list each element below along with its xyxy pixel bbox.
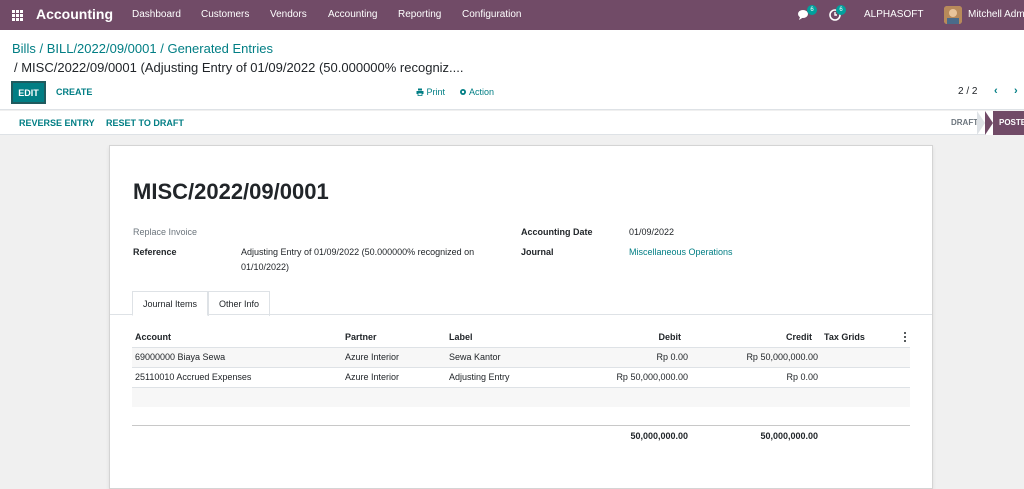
print-label: Print — [426, 87, 446, 97]
col-account[interactable]: Account — [135, 332, 171, 342]
total-credit: 50,000,000.00 — [760, 431, 818, 441]
menu-dashboard[interactable]: Dashboard — [132, 9, 181, 20]
col-credit[interactable]: Credit — [782, 332, 812, 342]
company-switcher[interactable]: ALPHASOFT — [864, 9, 923, 20]
breadcrumb-bills[interactable]: Bills — [12, 41, 36, 56]
apps-menu-icon[interactable] — [12, 10, 23, 21]
app-brand[interactable]: Accounting — [36, 6, 113, 22]
table-row[interactable]: 69000000 Biaya Sewa Azure Interior Sewa … — [132, 347, 910, 367]
breadcrumb-bill[interactable]: BILL/2022/09/0001 — [47, 41, 157, 56]
stage-draft[interactable]: DRAFT — [951, 118, 978, 127]
top-navbar: Accounting Dashboard Customers Vendors A… — [0, 0, 1024, 30]
col-partner[interactable]: Partner — [345, 332, 377, 342]
gear-icon — [460, 89, 466, 95]
reference-value-line1: Adjusting Entry of 01/09/2022 (50.000000… — [241, 247, 475, 257]
messages-badge: 6 — [807, 5, 817, 15]
col-tax-grids[interactable]: Tax Grids — [824, 332, 865, 342]
col-label[interactable]: Label — [449, 332, 473, 342]
cell-partner: Azure Interior — [345, 372, 400, 382]
chevron-right-icon[interactable]: › — [1014, 85, 1018, 97]
cell-account: 69000000 Biaya Sewa — [135, 352, 226, 362]
statusbar: REVERSE ENTRY RESET TO DRAFT DRAFT POSTE — [0, 111, 1024, 135]
menu-accounting[interactable]: Accounting — [328, 9, 377, 20]
tab-other-info[interactable]: Other Info — [208, 291, 271, 316]
journal-label: Journal — [521, 247, 554, 257]
menu-reporting[interactable]: Reporting — [398, 9, 441, 20]
cell-debit: Rp 0.00 — [656, 352, 688, 362]
reverse-entry-button[interactable]: REVERSE ENTRY — [19, 118, 95, 128]
replace-invoice-label: Replace Invoice — [133, 227, 198, 237]
cell-label: Adjusting Entry — [449, 372, 510, 382]
menu-customers[interactable]: Customers — [201, 9, 249, 20]
cell-credit: Rp 0.00 — [786, 372, 818, 382]
print-button[interactable]: Print — [416, 87, 445, 97]
reference-label: Reference — [133, 247, 177, 257]
action-button[interactable]: Action — [459, 87, 494, 97]
print-icon — [416, 88, 424, 96]
cell-credit: Rp 50,000,000.00 — [746, 352, 818, 362]
accounting-date-label: Accounting Date — [521, 227, 593, 237]
user-menu[interactable]: Mitchell Admin — [968, 9, 1024, 20]
tab-journal-items[interactable]: Journal Items — [132, 291, 209, 316]
activities-badge: 6 — [836, 5, 846, 15]
create-button[interactable]: CREATE — [56, 87, 92, 97]
optional-columns-icon[interactable] — [904, 332, 907, 342]
control-panel: Bills / BILL/2022/09/0001 / Generated En… — [0, 30, 1024, 110]
accounting-date-value: 01/09/2022 — [629, 227, 675, 237]
reference-value-line2: 01/10/2022) — [241, 262, 290, 272]
record-title: MISC/2022/09/0001 — [133, 179, 329, 204]
col-debit[interactable]: Debit — [657, 332, 682, 342]
breadcrumb: Bills / BILL/2022/09/0001 / Generated En… — [12, 41, 273, 56]
cell-partner: Azure Interior — [345, 352, 400, 362]
action-label: Action — [469, 87, 495, 97]
breadcrumb-current: / MISC/2022/09/0001 (Adjusting Entry of … — [14, 60, 464, 75]
chevron-left-icon[interactable]: ‹ — [994, 85, 998, 97]
cell-label: Sewa Kantor — [449, 352, 501, 362]
breadcrumb-separator: / — [39, 41, 47, 56]
reset-to-draft-button[interactable]: RESET TO DRAFT — [106, 118, 184, 128]
breadcrumb-generated-entries[interactable]: Generated Entries — [167, 41, 273, 56]
cell-debit: Rp 50,000,000.00 — [616, 372, 688, 382]
edit-button[interactable]: EDIT — [11, 81, 46, 104]
stage-posted: POSTE — [985, 111, 1024, 135]
cell-account: 25110010 Accrued Expenses — [135, 372, 252, 382]
form-sheet: MISC/2022/09/0001 Replace Invoice Refere… — [109, 145, 933, 489]
total-debit: 50,000,000.00 — [630, 431, 688, 441]
totals-divider — [132, 425, 910, 426]
menu-vendors[interactable]: Vendors — [270, 9, 307, 20]
stage-separator — [977, 111, 985, 135]
pager-value[interactable]: 2 / 2 — [958, 86, 977, 97]
menu-configuration[interactable]: Configuration — [462, 9, 521, 20]
table-row[interactable]: 25110010 Accrued Expenses Azure Interior… — [132, 367, 910, 387]
journal-link[interactable]: Miscellaneous Operations — [629, 247, 733, 257]
user-avatar[interactable] — [944, 6, 962, 24]
table-row-empty — [132, 387, 910, 407]
